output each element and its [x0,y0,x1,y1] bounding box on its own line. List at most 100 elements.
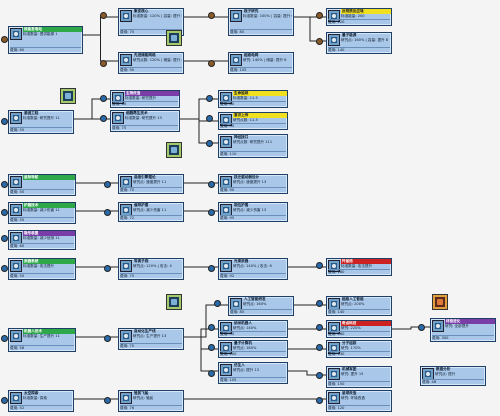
connector-orb-icon [100,12,107,19]
connector-orb-icon [1,335,8,342]
tech-node-cost: 费用: 48 [422,379,484,385]
tech-node-n6[interactable]: 先进储能网络 研究点数: 120% | 储量: 提升 4 费用: 90 [118,52,184,74]
connector-orb-icon [206,95,213,102]
tech-node-n10[interactable]: 细胞再生技术 标准数量: 研究提升 13 费用: 75 [110,110,180,132]
tech-node-cost: 费用: 72 [120,215,182,221]
tech-node-n3[interactable]: 核子研究 标准数量: 100% | 容量: 提升 6 费用: 85 [228,8,294,36]
tech-node-desc: 标准数量: 100% | 容量: 提升 6 [243,14,292,18]
neural-upgrade-icon[interactable] [166,142,182,158]
tech-node-desc: 研究点: 120% | 攻击: 4 [133,264,172,268]
tech-node-n32[interactable]: 奇点科技 研究: 220% 费用: 160 [326,320,392,338]
connector-orb-icon [208,344,215,351]
tech-node-desc: 标准数量: 提供能源 1 [23,32,58,36]
tech-node-n19[interactable]: 相位护盾 研究点: 减少伤害 13 费用: 95 [218,202,288,222]
tech-node-n34[interactable]: 机械军团 研究: 提升 15 费用: 150 [326,366,392,388]
tech-node-n9[interactable]: 生物改造 标准数量: 研究提升 费用: 65 [110,90,180,108]
tech-node-n17[interactable]: 护盾技术 标准数量: 减少伤害 11 费用: 55 [8,202,76,224]
tech-node-desc: 研究: 170% [341,346,361,350]
ultimate-upgrade-icon[interactable] [432,294,448,310]
connector-orb-icon [104,335,111,342]
tech-node-n8[interactable]: 基因工程 标准数量: 研究提升 11 费用: 55 [8,110,74,134]
connector-orb-icon [208,370,215,377]
tech-node-desc: 研究点: 200% [341,302,365,306]
tech-node-n7[interactable]: 超级电网 研究: 140% | 储量: 提升 6 费用: 105 [228,52,294,74]
colony-icon [120,392,132,404]
plasma-icon [120,260,132,272]
tech-node-n30[interactable]: 仿生人 研究点: 提升 13 费用: 105 [218,362,288,384]
connector-orb-icon [104,265,111,272]
tech-node-desc: 研究: 提升 15 [341,372,364,376]
connector-orb-icon [104,181,111,188]
tech-node-n29[interactable]: 量子计算机 研究点: 180% 费用: 100 [218,340,288,358]
tech-node-desc: 研究点: 140% | 攻击: 6 [233,264,272,268]
tech-node-desc: 研究点: 减少伤害 13 [233,208,267,212]
tech-node-n33[interactable]: 分子组装 研究: 170% 费用: 130 [326,340,392,358]
tech-node-cost: 费用: 70 [120,343,182,349]
tech-node-n27[interactable]: 人工智能研发 研究点: 160% 费用: 85 [228,296,294,316]
storage-upgrade-icon[interactable] [166,30,182,46]
tech-node-desc: 研究点: 160% | 容量: 提升 8 [341,38,389,42]
tech-node-n26[interactable]: 自动化生产线 研究点: 生产提升 13 费用: 70 [118,328,184,350]
shield-icon [10,204,22,216]
tech-node-desc: 研究: 140% | 储量: 提升 6 [243,58,287,62]
tech-node-cost: 费用: 60 [10,243,74,249]
connector-orb-icon [316,262,323,269]
tech-node-desc: 标准数量: 攻击提升 [341,264,373,268]
tech-node-n38[interactable]: 殖民飞船 研究点: 殖民 费用: 76 [118,390,184,412]
tech-node-desc: 研究点: 殖民 [133,396,154,400]
connector-orb-icon [1,209,8,216]
tech-node-n11[interactable]: 生命延续 标准数量: 11.5 费用: 80 [218,90,288,108]
tech-node-n13[interactable]: 神经接口 研究点数: 研究提升 111 费用: 110 [218,134,288,158]
tech-node-n12[interactable]: 意识上传 研究点数: 11.5 费用: 95 [218,112,288,130]
tech-node-n23[interactable]: 光束武器 研究点: 140% | 攻击: 6 费用: 92 [218,258,288,280]
tech-node-n15[interactable]: 曲速引擎理论 研究点: 速度提升 11 费用: 70 [118,174,184,194]
tech-node-n35[interactable]: 终极进化 研究: 全部提升 费用: 300 [430,318,496,342]
ultimate-icon [432,320,444,332]
tech-node-n37[interactable]: 太空探索 标准数量: 探索 费用: 52 [8,390,74,412]
tech-node-cost: 费用: 70 [120,187,182,193]
tech-node-cost: 费用: 140 [328,309,390,315]
tech-node-n28[interactable]: 纳米机器人 研究点: 140% 费用: 95 [218,320,288,338]
tech-node-n18[interactable]: 偏导护盾 研究点: 减少伤害 11 费用: 72 [118,202,184,222]
tech-node-cost: 费用: 75 [112,125,178,131]
tech-node-n20[interactable]: 隐形装置 标准数量: 减少侦测 11 费用: 60 [8,230,76,250]
connector-orb-icon [100,115,107,122]
tech-node-cost: 费用: 140 [328,47,390,53]
tech-node-n36[interactable]: 数据分析 研究点: 提升 费用: 48 [420,366,486,386]
connector-orb-icon [208,209,215,216]
tech-node-n24[interactable]: 歼星炮 标准数量: 攻击提升 费用: 180 [326,258,392,276]
automation-upgrade-icon[interactable] [166,294,182,310]
tech-node-n31[interactable]: 超级人工智能 研究点: 200% 费用: 140 [326,296,392,316]
gene-upgrade-icon[interactable] [60,88,76,104]
tech-node-desc: 研究: 全部提升 [445,324,469,328]
connector-orb-icon [206,140,213,147]
connector-orb-icon [1,397,8,404]
tech-node-cost: 费用: 50 [10,273,74,279]
tech-node-n21[interactable]: 武器系统 标准数量: 攻击提升 费用: 50 [8,258,76,280]
tech-node-desc: 研究: 220% [341,326,361,330]
tech-node-n4[interactable]: 反物质反应堆 标准能量: 200 费用: 120 [326,8,392,26]
connector-orb-icon [208,60,215,67]
tech-node-n14[interactable]: 星际导航 费用: 50 [8,174,76,196]
tech-node-n39[interactable]: 星球改造 研究: 环境改造 费用: 120 [326,390,392,412]
tech-node-n1[interactable]: 核能发电站 标准数量: 提供能源 1 费用: 60 [8,26,83,54]
tech-node-desc: 研究点: 速度提升 13 [233,180,267,184]
tech-node-desc: 研究点: 180% [233,346,257,350]
tech-node-cost: 费用: 90 [120,67,182,73]
tech-node-n22[interactable]: 等离子炮 研究点: 120% | 攻击: 4 费用: 75 [118,258,184,280]
tech-node-n25[interactable]: 机器人技术 标准数量: 生产提升 11 费用: 58 [8,328,76,352]
connector-line [180,118,218,144]
tech-node-cost: 费用: 130 [328,351,390,357]
tech-node-cost: 费用: 52 [10,405,72,411]
tech-node-n16[interactable]: 跃迁驱动器设计 研究点: 速度提升 13 费用: 90 [218,174,288,194]
connector-line [294,16,326,42]
tech-node-cost: 费用: 76 [120,405,182,411]
tech-node-cost: 费用: 150 [328,381,390,387]
tech-node-desc: 研究点: 速度提升 11 [133,180,167,184]
tech-node-cost: 费用: 75 [120,273,182,279]
connector-orb-icon [104,397,111,404]
tech-node-cost: 费用: 105 [230,67,292,73]
connector-orb-icon [1,181,8,188]
tech-node-cost: 费用: 95 [220,331,286,337]
tech-node-n5[interactable]: 量子能源 研究点: 160% | 容量: 提升 8 费用: 140 [326,32,392,54]
